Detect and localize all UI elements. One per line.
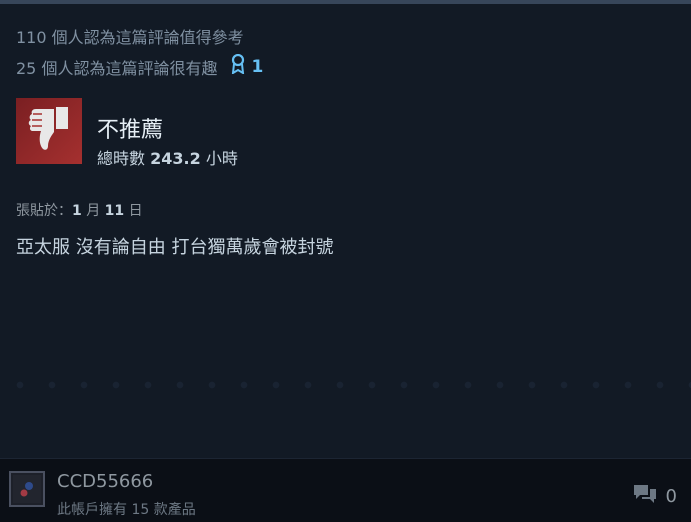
posted-month: 1	[72, 203, 82, 219]
review-body: 亞太服 沒有論自由 打台獨萬歲會被封號	[16, 237, 334, 258]
hours-value: 243.2	[150, 149, 201, 168]
playtime: 總時數 243.2 小時	[97, 145, 238, 169]
verdict-thumb[interactable]	[16, 98, 82, 164]
hours-label: 總時數	[97, 149, 146, 168]
avatar[interactable]	[9, 471, 45, 507]
award-count: 1	[251, 56, 264, 77]
author-footer: CCD55666 此帳戶擁有 15 款產品 0	[0, 458, 691, 522]
posted-label: 張貼於：	[16, 203, 72, 219]
divider-dots	[0, 376, 691, 394]
funny-count: 25 個人認為這篇評論很有趣	[16, 58, 218, 78]
helpful-count: 110 個人認為這篇評論值得參考	[16, 28, 244, 47]
funny-row: 25 個人認為這篇評論很有趣 1	[16, 53, 264, 79]
author-username[interactable]: CCD55666	[57, 471, 153, 492]
comments-button[interactable]: 0	[632, 483, 677, 510]
posted-day: 11	[104, 203, 125, 219]
award-badge[interactable]: 1	[231, 53, 264, 79]
verdict-title: 不推薦	[97, 118, 164, 143]
author-products: 此帳戶擁有 15 款產品	[57, 502, 196, 518]
thumbs-down-icon	[26, 105, 72, 157]
comment-bubbles-icon	[632, 483, 666, 510]
posted-date: 張貼於：1 月 11 日	[16, 200, 143, 220]
posted-day-unit: 日	[128, 203, 143, 219]
posted-month-unit: 月	[86, 203, 101, 219]
award-ribbon-icon	[231, 53, 251, 79]
hours-unit: 小時	[205, 149, 238, 168]
comment-count: 0	[665, 486, 677, 507]
